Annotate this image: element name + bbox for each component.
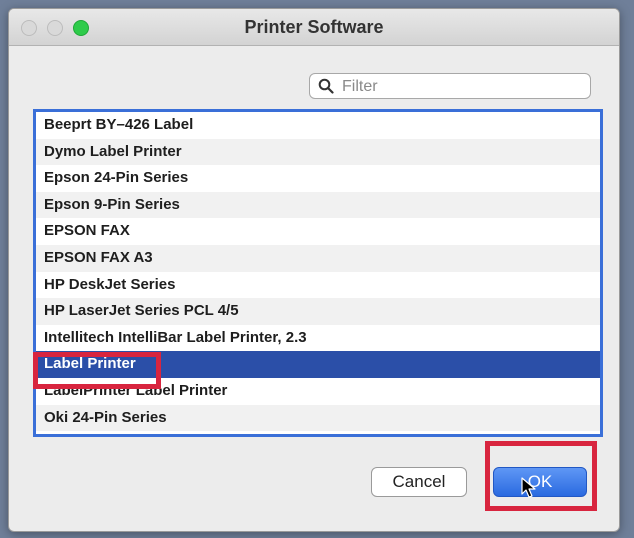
printer-list-item[interactable]: HP DeskJet Series [36,272,600,299]
printer-list-item[interactable]: Dymo Label Printer [36,138,600,166]
printer-list-item[interactable]: HP LaserJet Series PCL 4/5 [36,298,600,325]
printer-list-item[interactable]: Intellitech IntelliBar Label Printer, 2.… [36,325,600,352]
printer-list-item[interactable]: Label Printer [36,351,600,378]
printer-list[interactable]: Beeprt BY–426 Label Dymo Label Printer Eps… [33,109,603,437]
printer-list-item[interactable]: Beeprt BY–426 Label [36,112,600,139]
filter-field[interactable] [309,73,591,99]
printer-list-item[interactable]: LabelPrinter Label Printer [36,378,600,405]
search-icon [318,78,334,94]
printer-list-item[interactable]: EPSON FAX [36,218,600,245]
printer-list-item[interactable]: Epson 24-Pin Series [36,165,600,192]
ok-button[interactable]: OK [493,467,587,497]
title-bar: Printer Software [9,9,619,46]
printer-list-item[interactable]: Epson 9-Pin Series [36,191,600,219]
mouse-pointer-icon [521,477,536,498]
cancel-button[interactable]: Cancel [371,467,467,497]
printer-software-dialog: Printer Software Beeprt BY–426 LabelDymo… [8,8,620,532]
printer-list-item[interactable]: EPSON FAX A3 [36,244,600,272]
window-title: Printer Software [244,17,384,37]
printer-list-item[interactable]: Oki 24-Pin Series [36,404,600,432]
filter-input[interactable] [340,76,584,98]
